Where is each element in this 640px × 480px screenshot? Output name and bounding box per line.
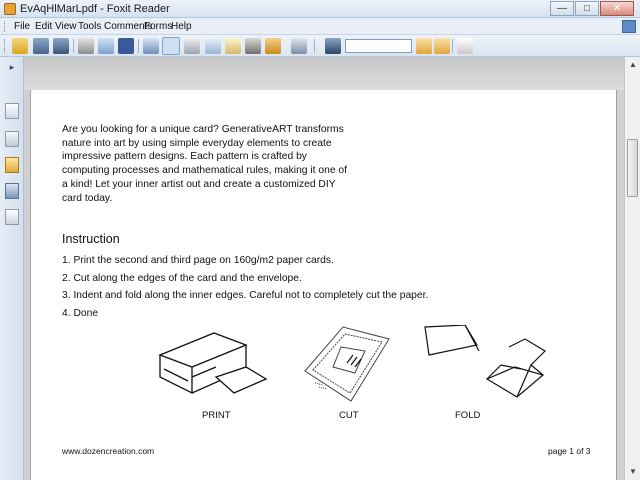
comment-icon[interactable] [5, 157, 19, 173]
instruction-heading: Instruction [62, 232, 120, 246]
toolbar-separator [73, 39, 74, 53]
find-next-icon[interactable] [434, 38, 450, 54]
menu-help[interactable]: Help [171, 21, 192, 32]
toolbar-grip [4, 39, 7, 53]
navigation-panel: ▸ [0, 57, 24, 480]
select-icon[interactable] [205, 38, 221, 54]
find-prev-icon[interactable] [416, 38, 432, 54]
minimize-button[interactable]: — [550, 1, 574, 16]
printer-illustration [158, 332, 268, 395]
fold-illustration [424, 325, 546, 398]
toolbar-separator [314, 39, 315, 53]
scroll-down-icon[interactable]: ▼ [625, 464, 640, 480]
document-view[interactable]: Are you looking for a unique card? Gener… [24, 57, 624, 480]
print-icon[interactable] [78, 38, 94, 54]
pages-icon[interactable] [5, 103, 19, 119]
vertical-scrollbar[interactable]: ▲ ▼ [624, 57, 640, 480]
caption-print: PRINT [202, 410, 231, 421]
cut-illustration [304, 326, 390, 402]
menu-bar: File Edit View Tools Comments Forms Help [0, 18, 640, 35]
caption-cut: CUT [339, 410, 359, 421]
caption-fold: FOLD [455, 410, 481, 421]
toolbar-separator [452, 39, 453, 53]
close-button[interactable]: ✕ [600, 1, 634, 16]
scroll-up-icon[interactable]: ▲ [625, 57, 640, 73]
foxit-app-icon [4, 3, 16, 15]
menu-forms[interactable]: Forms [144, 21, 172, 32]
hand-tool-icon[interactable] [162, 37, 180, 55]
expand-panel-icon[interactable]: ▸ [4, 60, 20, 74]
window-title: EvAqHlMarLpdf - Foxit Reader [20, 3, 170, 15]
title-bar: EvAqHlMarLpdf - Foxit Reader — □ ✕ [0, 0, 640, 18]
toolbar [0, 35, 640, 57]
maximize-button[interactable]: □ [575, 1, 599, 16]
save-as-icon[interactable] [53, 38, 69, 54]
properties-icon[interactable] [457, 38, 473, 54]
binoculars-icon[interactable] [325, 38, 341, 54]
facebook-icon[interactable] [118, 38, 134, 54]
step-2: 2. Cut along the edges of the card and t… [62, 272, 302, 284]
save-icon[interactable] [33, 38, 49, 54]
intro-paragraph: Are you looking for a unique card? Gener… [62, 124, 348, 204]
signature-icon[interactable] [5, 209, 19, 225]
menu-view[interactable]: View [55, 21, 77, 32]
snapshot-icon[interactable] [184, 38, 200, 54]
typewriter-icon[interactable] [143, 38, 159, 54]
scroll-thumb[interactable] [627, 139, 638, 197]
bookmark-icon[interactable] [5, 131, 19, 147]
step-3: 3. Indent and fold along the inner edges… [62, 290, 429, 301]
restore-layout-button[interactable] [622, 20, 636, 33]
toolbar-separator [138, 39, 139, 53]
find-input[interactable] [345, 39, 412, 53]
step-1: 1. Print the second and third page on 16… [62, 255, 334, 266]
menu-file[interactable]: File [14, 21, 30, 32]
footer-url: www.dozencreation.com [62, 446, 155, 456]
camera-icon[interactable] [245, 38, 261, 54]
menu-tools[interactable]: Tools [78, 21, 101, 32]
scissors-icon[interactable] [291, 38, 307, 54]
open-icon[interactable] [12, 38, 28, 54]
menu-edit[interactable]: Edit [35, 21, 52, 32]
step-4: 4. Done [62, 307, 99, 319]
pdf-page: Are you looking for a unique card? Gener… [30, 90, 617, 480]
page-gap [24, 57, 624, 90]
instruction-list: 1. Print the second and third page on 16… [62, 252, 428, 322]
attachment-icon[interactable] [5, 183, 19, 199]
stamp-icon[interactable] [265, 38, 281, 54]
menubar-grip [4, 21, 7, 32]
footer-page-number: page 1 of 3 [548, 446, 591, 456]
email-icon[interactable] [98, 38, 114, 54]
text-select-icon[interactable] [225, 38, 241, 54]
